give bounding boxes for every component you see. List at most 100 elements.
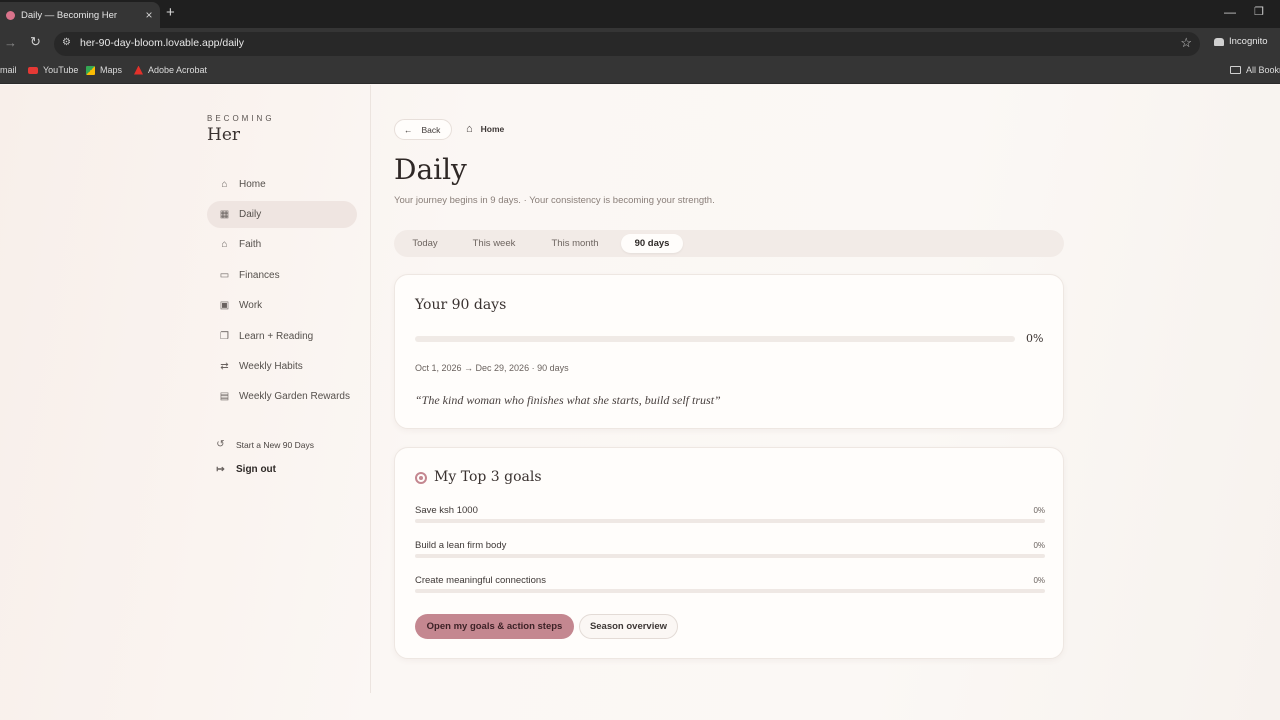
tab-this-month[interactable]: This month (542, 234, 608, 253)
sign-out-label: Sign out (236, 464, 276, 475)
goal-label: Create meaningful connections (415, 575, 546, 586)
goal-percent: 0% (1033, 576, 1045, 585)
period-tabs: Today This week This month 90 days (394, 230, 1064, 257)
bookmark-label: mail (0, 65, 17, 75)
sidebar-item-weekly-habits[interactable]: ⇄ Weekly Habits (207, 353, 357, 380)
home-icon: ⌂ (466, 123, 473, 135)
bookmarks-bar: mail YouTube Maps Adobe Acrobat All Book… (0, 60, 1280, 84)
goal-progress-bar (415, 519, 1045, 523)
home-icon: ⌂ (221, 179, 228, 190)
overview-card: Your 90 days 0% Oct 1, 2026 → Dec 29, 20… (394, 274, 1064, 429)
goal-label: Build a lean firm body (415, 540, 507, 551)
restore-icon[interactable]: ❐ (1254, 5, 1264, 18)
browser-tab-bar: Daily — Becoming Her × + — ❐ (0, 0, 1280, 28)
church-icon: ⌂ (221, 239, 228, 250)
sidebar-item-faith[interactable]: ⌂ Faith (207, 231, 357, 258)
folder-icon (1230, 66, 1241, 74)
tab-title: Daily — Becoming Her (21, 9, 118, 21)
sidebar-item-weekly-garden-rewards[interactable]: ▤ Weekly Garden Rewards (207, 383, 357, 410)
page-title: Daily (394, 153, 467, 186)
identity-quote: “The kind woman who finishes what she st… (415, 393, 721, 407)
page: BECOMING Her ⌂ Home ▦ Daily ⌂ Faith ▭ Fi… (0, 85, 1280, 720)
bookmark-acrobat[interactable]: Adobe Acrobat (134, 65, 207, 75)
tab-this-week[interactable]: This week (464, 234, 524, 253)
progress-percent: 0% (1026, 332, 1044, 345)
gift-icon: ▤ (219, 391, 230, 402)
card-title: Your 90 days (415, 297, 507, 313)
tab-today[interactable]: Today (402, 234, 448, 253)
bookmark-maps[interactable]: Maps (86, 65, 122, 75)
goal-label: Save ksh 1000 (415, 505, 478, 516)
sign-out-button[interactable]: ↦ Sign out (215, 464, 276, 475)
target-icon (415, 472, 427, 484)
reload-icon[interactable]: ↻ (30, 34, 41, 50)
breadcrumb-label: Home (480, 124, 505, 134)
goal-percent: 0% (1033, 541, 1045, 550)
book-icon: ❐ (220, 331, 229, 342)
restart-label: Start a New 90 Days (236, 439, 314, 450)
breadcrumb-home[interactable]: ⌂ Home (466, 123, 504, 135)
sidebar-item-label: Weekly Garden Rewards (239, 391, 350, 402)
main-content: ← Back ⌂ Home Daily Your journey begins … (394, 85, 1064, 685)
acrobat-icon (134, 65, 143, 75)
sidebar-item-label: Finances (239, 270, 280, 281)
sidebar-item-label: Weekly Habits (239, 361, 303, 372)
sidebar-item-finances[interactable]: ▭ Finances (207, 262, 357, 289)
bookmark-youtube[interactable]: YouTube (28, 65, 78, 75)
bookmark-label: YouTube (43, 65, 79, 75)
sidebar-item-label: Work (239, 300, 263, 311)
browser-toolbar: → ↻ ⚙ her-90-day-bloom.lovable.app/daily… (0, 28, 1280, 60)
date-range: Oct 1, 2026 → Dec 29, 2026 · 90 days (415, 363, 569, 373)
sidebar-item-work[interactable]: ▣ Work (207, 292, 357, 319)
bookmark-label: All Bookm (1246, 65, 1280, 75)
open-goals-button[interactable]: Open my goals & action steps (415, 614, 574, 639)
address-bar[interactable]: ⚙ her-90-day-bloom.lovable.app/daily ☆ (54, 32, 1200, 56)
brand-logo[interactable]: Her (207, 125, 240, 145)
sidebar-item-daily[interactable]: ▦ Daily (207, 201, 357, 228)
sidebar-item-learn-reading[interactable]: ❐ Learn + Reading (207, 323, 357, 350)
sidebar-item-label: Daily (239, 209, 262, 220)
back-label: Back (421, 124, 441, 135)
browser-tab[interactable]: Daily — Becoming Her × (0, 2, 160, 28)
sidebar-item-label: Home (239, 179, 266, 190)
goals-card: My Top 3 goals Save ksh 1000 0% Build a … (394, 447, 1064, 659)
sidebar: BECOMING Her ⌂ Home ▦ Daily ⌂ Faith ▭ Fi… (0, 85, 371, 693)
goal-percent: 0% (1033, 506, 1045, 515)
favicon-icon (6, 10, 15, 20)
maps-icon (86, 65, 95, 75)
arrow-left-icon: ← (404, 124, 413, 135)
site-info-icon[interactable]: ⚙ (62, 37, 71, 48)
url-text[interactable]: her-90-day-bloom.lovable.app/daily (80, 37, 244, 49)
bookmark-star-icon[interactable]: ☆ (1180, 35, 1192, 51)
start-new-90-days-button[interactable]: ↺ Start a New 90 Days (215, 439, 314, 450)
incognito-icon (1214, 37, 1224, 46)
restart-icon: ↺ (216, 439, 225, 450)
brand-eyebrow: BECOMING (207, 114, 275, 123)
sidebar-item-label: Faith (239, 239, 262, 250)
new-tab-button[interactable]: + (166, 5, 175, 21)
sidebar-item-home[interactable]: ⌂ Home (207, 171, 357, 198)
bookmark-label: Maps (100, 65, 123, 75)
incognito-indicator[interactable]: Incognito (1214, 36, 1268, 47)
goal-progress-bar (415, 589, 1045, 593)
card-title: My Top 3 goals (434, 469, 542, 485)
minimize-icon[interactable]: — (1224, 5, 1236, 19)
bookmark-label: Adobe Acrobat (148, 65, 208, 75)
season-overview-button[interactable]: Season overview (579, 614, 678, 639)
sidebar-item-label: Learn + Reading (239, 331, 314, 342)
tab-close-icon[interactable]: × (138, 8, 160, 22)
all-bookmarks[interactable]: All Bookm (1230, 65, 1280, 75)
forward-icon[interactable]: → (4, 35, 17, 50)
bookmark-gmail[interactable]: mail (0, 65, 17, 75)
repeat-icon: ⇄ (220, 361, 229, 372)
tab-90-days[interactable]: 90 days (621, 234, 683, 253)
back-button[interactable]: ← Back (394, 119, 452, 140)
goal-progress-bar (415, 554, 1045, 558)
wallet-icon: ▭ (219, 270, 230, 281)
youtube-icon (28, 66, 38, 74)
page-subtitle: Your journey begins in 9 days. · Your co… (394, 195, 715, 206)
briefcase-icon: ▣ (219, 300, 230, 311)
calendar-icon: ▦ (219, 209, 230, 220)
incognito-label: Incognito (1229, 36, 1268, 47)
sign-out-icon: ↦ (216, 464, 225, 475)
